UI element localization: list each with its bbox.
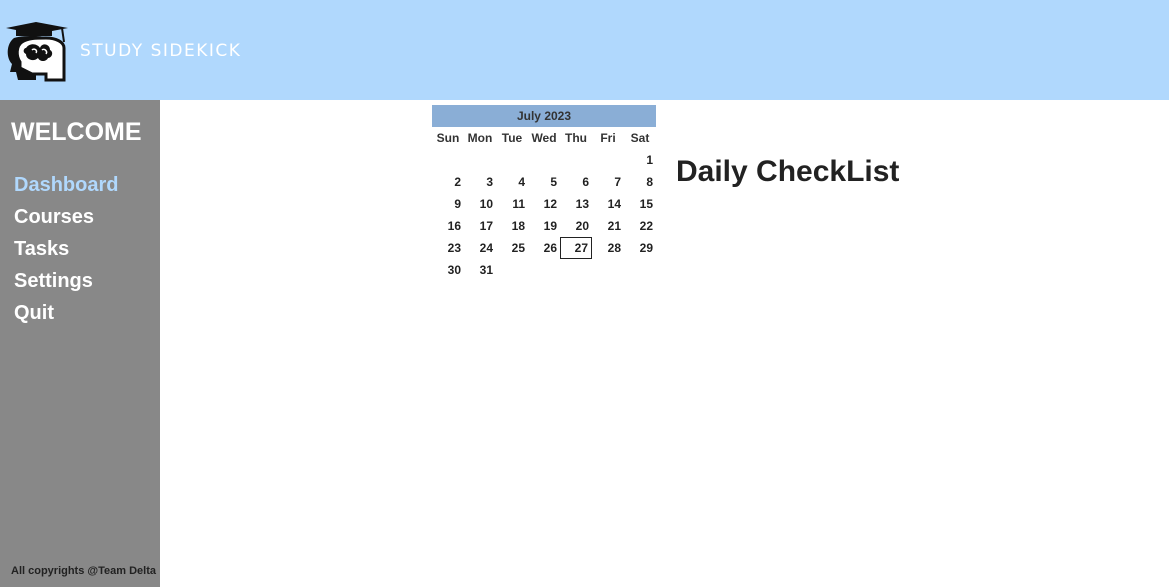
app-header: STUDY SIDEKICK: [0, 0, 1169, 100]
sidebar-item-courses[interactable]: Courses: [14, 205, 118, 237]
calendar-empty-cell: [464, 149, 496, 171]
calendar-weekday-header: Fri: [600, 131, 616, 145]
calendar-day[interactable]: 28: [592, 237, 624, 259]
calendar-day[interactable]: 23: [432, 237, 464, 259]
calendar-day[interactable]: 12: [528, 193, 560, 215]
calendar-day[interactable]: 8: [624, 171, 656, 193]
calendar-day[interactable]: 21: [592, 215, 624, 237]
copyright-text: All copyrights @Team Delta: [11, 565, 156, 577]
daily-checklist-title: Daily CheckList: [676, 155, 900, 188]
app-brand-title: STUDY SIDEKICK: [80, 41, 242, 61]
calendar-day[interactable]: 10: [464, 193, 496, 215]
calendar-day[interactable]: 17: [464, 215, 496, 237]
calendar-day[interactable]: 7: [592, 171, 624, 193]
calendar-day[interactable]: 19: [528, 215, 560, 237]
sidebar-item-settings[interactable]: Settings: [14, 269, 118, 301]
calendar-empty-cell: [560, 149, 592, 171]
calendar-day[interactable]: 6: [560, 171, 592, 193]
sidebar-item-quit[interactable]: Quit: [14, 301, 118, 333]
calendar-day-selected[interactable]: 27: [560, 237, 592, 259]
calendar-day[interactable]: 29: [624, 237, 656, 259]
calendar-day[interactable]: 2: [432, 171, 464, 193]
calendar-grid: Sun Mon Tue Wed Thu Fri Sat 1 2 3 4 5 6 7 8 9 10 11 12 13 14…: [432, 127, 656, 281]
calendar-day[interactable]: 25: [496, 237, 528, 259]
calendar-empty-cell: [496, 149, 528, 171]
calendar-weekday-header: Sun: [436, 131, 460, 145]
calendar-day[interactable]: 16: [432, 215, 464, 237]
calendar-widget: July 2023 Sun Mon Tue Wed Thu Fri Sat 1 2 3 4 5 6 7 8 9…: [432, 105, 656, 281]
calendar-day[interactable]: 20: [560, 215, 592, 237]
calendar-day[interactable]: 15: [624, 193, 656, 215]
welcome-heading: WELCOME: [11, 118, 142, 146]
calendar-day[interactable]: 4: [496, 171, 528, 193]
calendar-day[interactable]: 26: [528, 237, 560, 259]
calendar-day[interactable]: 22: [624, 215, 656, 237]
sidebar-item-dashboard[interactable]: Dashboard: [14, 173, 118, 205]
calendar-day[interactable]: 31: [464, 259, 496, 281]
calendar-empty-cell: [432, 149, 464, 171]
calendar-empty-cell: [592, 149, 624, 171]
calendar-day[interactable]: 9: [432, 193, 464, 215]
calendar-day[interactable]: 1: [624, 149, 656, 171]
calendar-day[interactable]: 24: [464, 237, 496, 259]
calendar-day[interactable]: 5: [528, 171, 560, 193]
calendar-day[interactable]: 13: [560, 193, 592, 215]
calendar-empty-cell: [528, 149, 560, 171]
calendar-day[interactable]: 14: [592, 193, 624, 215]
calendar-weekday-header: Wed: [531, 131, 557, 145]
calendar-weekday-header: Tue: [501, 131, 523, 145]
sidebar-item-tasks[interactable]: Tasks: [14, 237, 118, 269]
calendar-day[interactable]: 3: [464, 171, 496, 193]
calendar-weekday-header: Sat: [630, 131, 650, 145]
calendar-month-label: July 2023: [432, 105, 656, 127]
calendar-day[interactable]: 18: [496, 215, 528, 237]
sidebar: WELCOME Dashboard Courses Tasks Settings…: [0, 100, 160, 587]
graduate-head-icon: [6, 22, 68, 82]
calendar-weekday-header: Mon: [467, 131, 493, 145]
sidebar-nav: Dashboard Courses Tasks Settings Quit: [14, 173, 118, 333]
calendar-day[interactable]: 30: [432, 259, 464, 281]
calendar-day[interactable]: 11: [496, 193, 528, 215]
calendar-weekday-header: Thu: [565, 131, 587, 145]
